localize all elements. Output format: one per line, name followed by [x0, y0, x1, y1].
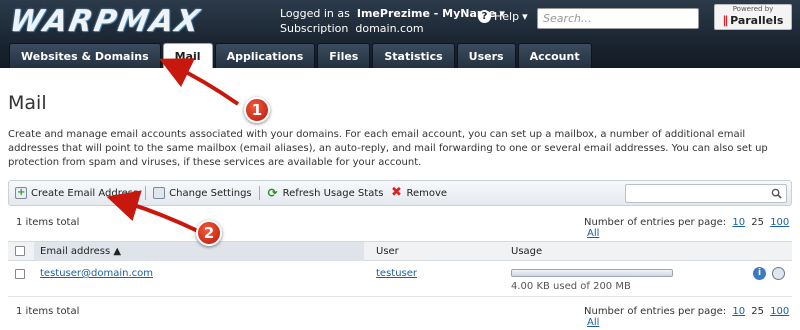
add-mail-icon: + [15, 187, 27, 199]
login-info: Logged in as ImePrezime - MyName ▾ Subsc… [280, 7, 505, 35]
refresh-icon: ⟳ [267, 186, 278, 200]
help-menu[interactable]: ? Help ▾ [478, 10, 528, 23]
per-page-10[interactable]: 10 [732, 306, 745, 317]
help-icon: ? [478, 10, 491, 23]
column-usage-header[interactable]: Usage [511, 246, 542, 257]
column-user-header[interactable]: User [376, 246, 399, 257]
tab-websites-domains[interactable]: Websites & Domains [9, 43, 161, 68]
mail-settings-icon[interactable] [772, 267, 785, 280]
usage-bar [511, 269, 673, 277]
header-bar: WARPMAX Logged in as ImePrezime - MyName… [0, 0, 800, 68]
arrow-to-mail-tab [159, 58, 240, 106]
warpmax-logo[interactable]: WARPMAX [7, 4, 204, 39]
column-email-header[interactable]: Email address ▲ [34, 242, 364, 261]
per-page-10[interactable]: 10 [732, 217, 745, 228]
parallels-logo[interactable]: Powered by ∥ Parallels [714, 4, 792, 30]
header-search-input[interactable]: Search... [537, 8, 699, 29]
select-all-checkbox[interactable] [15, 246, 25, 256]
remove-icon: ✖ [391, 185, 402, 200]
tab-account[interactable]: Account [517, 43, 592, 68]
per-page-all[interactable]: All [587, 228, 599, 239]
page-description: Create and manage email accounts associa… [8, 129, 768, 168]
per-page-100[interactable]: 100 [770, 306, 789, 317]
table-header: Email address ▲ User Usage [8, 241, 792, 261]
change-settings-button[interactable]: Change Settings [153, 187, 252, 199]
tab-statistics[interactable]: Statistics [372, 43, 455, 68]
per-page-selector-bottom: Number of entries per page: 10 25 100 Al… [584, 306, 790, 328]
remove-button[interactable]: ✖ Remove [390, 185, 447, 200]
annotation-marker-1: 1 [244, 97, 270, 123]
user-link[interactable]: testuser [376, 268, 417, 279]
search-icon[interactable] [771, 188, 782, 199]
annotation-marker-2: 2 [196, 220, 222, 246]
parallels-bars-icon: ∥ [722, 14, 729, 27]
toolbar-divider [258, 186, 260, 200]
subscription-value[interactable]: domain.com [355, 22, 423, 35]
tab-files[interactable]: Files [317, 43, 371, 68]
per-page-100[interactable]: 100 [770, 217, 789, 228]
email-link[interactable]: testuser@domain.com [40, 268, 153, 279]
items-total-bottom: 1 items total [16, 306, 80, 317]
items-total: 1 items total [16, 217, 80, 228]
per-page-25: 25 [751, 306, 764, 317]
row-checkbox[interactable] [15, 269, 25, 279]
create-email-button[interactable]: + Create Email Address [15, 187, 138, 199]
usage-text: 4.00 KB used of 200 MB [511, 281, 631, 292]
mail-toolbar: + Create Email Address Change Settings ⟳… [8, 180, 792, 206]
tab-applications[interactable]: Applications [214, 43, 316, 68]
user-menu[interactable]: ImePrezime - MyName [357, 7, 496, 20]
settings-icon [153, 187, 166, 199]
page-title: Mail [8, 92, 47, 114]
per-page-all[interactable]: All [587, 317, 599, 328]
chevron-down-icon: ▾ [522, 10, 528, 23]
table-row: testuser@domain.com testuser 4.00 KB use… [8, 261, 792, 297]
list-search-input[interactable] [625, 184, 787, 203]
tab-users[interactable]: Users [456, 43, 516, 68]
main-tabs: Websites & Domains Mail Applications Fil… [9, 43, 592, 68]
refresh-usage-button[interactable]: ⟳ Refresh Usage Stats [267, 187, 384, 199]
info-icon[interactable]: i [753, 267, 766, 280]
per-page-selector: Number of entries per page: 10 25 100 Al… [584, 217, 790, 239]
toolbar-divider [145, 186, 147, 200]
per-page-25: 25 [751, 217, 764, 228]
tab-mail[interactable]: Mail [162, 43, 213, 68]
